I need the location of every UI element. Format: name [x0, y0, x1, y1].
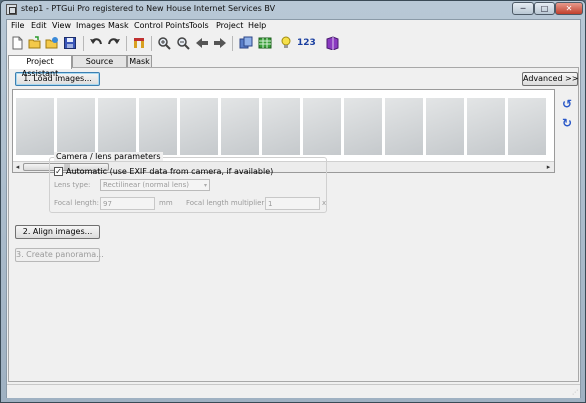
image-thumbnail[interactable] — [385, 98, 423, 155]
menu-mask[interactable]: Mask — [108, 21, 129, 30]
menu-view[interactable]: View — [52, 21, 71, 30]
control-point-editor-icon[interactable] — [132, 36, 146, 50]
rotate-counterclockwise-icon[interactable]: ↺ — [561, 98, 573, 110]
menu-edit[interactable]: Edit — [31, 21, 47, 30]
image-thumbnail[interactable] — [98, 98, 136, 155]
menu-images[interactable]: Images — [76, 21, 105, 30]
menu-help[interactable]: Help — [248, 21, 266, 30]
menu-bar: File Edit View Images Mask Control Point… — [7, 20, 580, 32]
window-title: step1 - PTGui Pro registered to New Hous… — [21, 4, 276, 13]
project-assistant-panel: 1. Load images... Advanced >> ◂ ||| — [8, 67, 579, 382]
close-button[interactable]: ✕ — [555, 2, 583, 15]
auto-exif-label: Automatic (use EXIF data from camera, if… — [66, 167, 274, 176]
advanced-button[interactable]: Advanced >> — [522, 72, 578, 86]
toolbar-separator — [83, 36, 84, 51]
image-thumbnail[interactable] — [467, 98, 505, 155]
open-folder-icon[interactable] — [28, 36, 42, 50]
create-panorama-button[interactable]: 3. Create panorama... — [15, 248, 104, 262]
image-thumbnail[interactable] — [16, 98, 54, 155]
rotate-clockwise-icon[interactable]: ↻ — [561, 117, 573, 129]
focal-length-unit: mm — [159, 199, 173, 207]
zoom-in-icon[interactable] — [157, 36, 171, 50]
zoom-out-icon[interactable] — [176, 36, 190, 50]
image-thumbnail[interactable] — [426, 98, 464, 155]
menu-tools[interactable]: Tools — [189, 21, 209, 30]
resize-grip-icon[interactable]: ⋰ — [572, 390, 578, 396]
client-area: File Edit View Images Mask Control Point… — [6, 19, 581, 398]
focal-length-input[interactable]: 97 — [100, 197, 155, 210]
title-bar[interactable]: step1 - PTGui Pro registered to New Hous… — [1, 1, 585, 18]
menu-project[interactable]: Project — [216, 21, 243, 30]
image-thumbnail[interactable] — [303, 98, 341, 155]
application-window: step1 - PTGui Pro registered to New Hous… — [0, 0, 586, 403]
save-icon[interactable] — [63, 36, 77, 50]
multiplier-unit: x — [322, 199, 327, 207]
toolbar-separator — [126, 36, 127, 51]
maximize-button[interactable]: □ — [534, 2, 555, 15]
open-recent-icon[interactable] — [45, 36, 59, 50]
back-arrow-icon[interactable] — [195, 36, 209, 50]
auto-exif-checkbox[interactable]: ✓ — [54, 167, 63, 176]
toolbar-separator — [232, 36, 233, 51]
menu-file[interactable]: File — [11, 21, 24, 30]
lightbulb-icon[interactable] — [279, 36, 293, 50]
align-images-button[interactable]: 2. Align images... — [15, 225, 100, 239]
minimize-button[interactable]: ─ — [512, 2, 534, 15]
image-thumbnail[interactable] — [139, 98, 177, 155]
numbers-button[interactable]: 123 — [297, 38, 316, 48]
image-thumbnail[interactable] — [180, 98, 218, 155]
table-icon[interactable] — [258, 36, 272, 50]
chevron-down-icon: ▾ — [203, 182, 207, 189]
scroll-left-icon[interactable]: ◂ — [13, 163, 22, 172]
redo-icon[interactable] — [107, 36, 121, 50]
image-thumbnail[interactable] — [262, 98, 300, 155]
menu-control-points[interactable]: Control Points — [134, 21, 190, 30]
toolbar-separator — [151, 36, 152, 51]
panorama-editor-icon[interactable] — [239, 36, 253, 50]
status-bar: ⋰ — [7, 384, 580, 398]
forward-arrow-icon[interactable] — [213, 36, 227, 50]
focal-length-label: Focal length: — [54, 199, 100, 207]
multiplier-input[interactable]: 1 — [265, 197, 320, 210]
multiplier-label: Focal length multiplier: — [186, 199, 267, 207]
lens-type-value: Rectilinear (normal lens) — [103, 181, 189, 189]
undo-icon[interactable] — [89, 36, 103, 50]
lens-type-label: Lens type: — [54, 181, 91, 189]
toolbar: 123 — [7, 33, 580, 54]
image-thumbnail[interactable] — [57, 98, 95, 155]
batch-book-icon[interactable] — [325, 36, 339, 50]
image-thumbnail[interactable] — [344, 98, 382, 155]
lens-type-select[interactable]: Rectilinear (normal lens) ▾ — [100, 179, 210, 191]
image-thumbnail[interactable] — [221, 98, 259, 155]
app-icon[interactable] — [6, 4, 17, 15]
scroll-right-icon[interactable]: ▸ — [544, 163, 553, 172]
new-file-icon[interactable] — [10, 36, 24, 50]
tab-project-assistant[interactable]: Project Assistant — [8, 55, 72, 78]
camera-lens-group-title: Camera / lens parameters — [54, 152, 163, 161]
image-thumbnail[interactable] — [508, 98, 546, 155]
